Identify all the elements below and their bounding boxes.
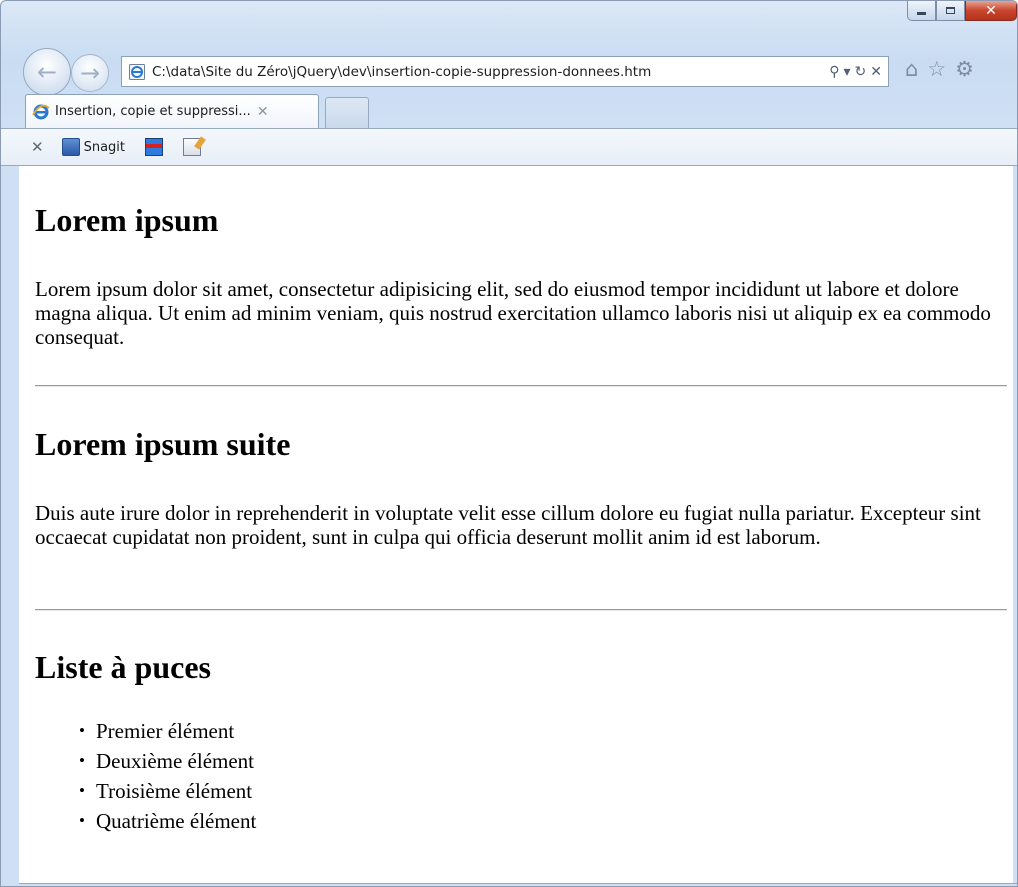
window-bottom-border bbox=[19, 883, 1017, 884]
list-item: Quatrième élément bbox=[79, 806, 256, 836]
bullet-list: Premier élément Deuxième élément Troisiè… bbox=[79, 716, 256, 836]
browser-tools: ⌂ ☆ ⚙ bbox=[905, 57, 974, 81]
page-document-icon bbox=[129, 63, 145, 80]
address-bar[interactable]: C:\data\Site du Zéro\jQuery\dev\insertio… bbox=[121, 56, 889, 87]
dropdown-icon[interactable]: ▾ bbox=[844, 64, 851, 80]
back-button[interactable]: ← bbox=[23, 48, 71, 96]
maximize-icon bbox=[946, 7, 955, 14]
list-item: Deuxième élément bbox=[79, 746, 256, 776]
close-icon: ✕ bbox=[985, 2, 997, 19]
stop-icon[interactable]: ✕ bbox=[870, 64, 882, 80]
paragraph-1: Lorem ipsum dolor sit amet, consectetur … bbox=[35, 277, 991, 349]
home-icon[interactable]: ⌂ bbox=[905, 57, 918, 81]
back-arrow-icon: ← bbox=[36, 58, 58, 86]
heading-lorem-ipsum-suite: Lorem ipsum suite bbox=[35, 426, 291, 462]
favorites-icon[interactable]: ☆ bbox=[927, 57, 946, 81]
address-url[interactable]: C:\data\Site du Zéro\jQuery\dev\insertio… bbox=[152, 64, 829, 80]
list-item: Premier élément bbox=[79, 716, 256, 746]
ie-logo-icon bbox=[32, 104, 50, 119]
window-caption-buttons: ✕ bbox=[907, 1, 1017, 29]
heading-liste-a-puces: Liste à puces bbox=[35, 649, 211, 685]
snagit-editor-icon[interactable] bbox=[183, 138, 201, 156]
snagit-button[interactable]: Snagit bbox=[61, 138, 125, 156]
snagit-capture-icon[interactable] bbox=[145, 138, 163, 156]
paragraph-2: Duis aute irure dolor in reprehenderit i… bbox=[35, 501, 981, 549]
tab-active[interactable]: Insertion, copie et suppressi... ✕ bbox=[25, 94, 319, 128]
browser-window: ✕ ← → C:\data\Site du Zéro\jQuery\dev\in… bbox=[0, 0, 1018, 887]
maximize-button[interactable] bbox=[936, 1, 965, 21]
list-item: Troisième élément bbox=[79, 776, 256, 806]
divider-1 bbox=[35, 385, 1007, 387]
divider-2 bbox=[35, 609, 1007, 611]
heading-lorem-ipsum: Lorem ipsum bbox=[35, 202, 219, 238]
snagit-label: Snagit bbox=[83, 139, 125, 155]
forward-arrow-icon: → bbox=[79, 59, 101, 87]
command-bar-close-icon[interactable]: ✕ bbox=[31, 138, 44, 156]
close-window-button[interactable]: ✕ bbox=[965, 1, 1017, 21]
forward-button[interactable]: → bbox=[71, 54, 109, 92]
navigation-bar: ← → C:\data\Site du Zéro\jQuery\dev\inse… bbox=[9, 45, 1017, 96]
address-tools: ⚲ ▾ ↻ ✕ bbox=[829, 64, 888, 80]
minimize-icon bbox=[917, 12, 926, 15]
command-bar: ✕ Snagit bbox=[1, 128, 1017, 166]
new-tab-button[interactable] bbox=[325, 97, 369, 128]
page-content: Lorem ipsum Lorem ipsum dolor sit amet, … bbox=[19, 166, 1013, 883]
minimize-button[interactable] bbox=[907, 1, 936, 21]
tab-close-icon[interactable]: ✕ bbox=[257, 104, 269, 120]
settings-gear-icon[interactable]: ⚙ bbox=[955, 57, 974, 81]
tab-row: Insertion, copie et suppressi... ✕ bbox=[1, 91, 1017, 128]
refresh-icon[interactable]: ↻ bbox=[855, 64, 867, 80]
snagit-icon bbox=[61, 138, 80, 156]
tab-title: Insertion, copie et suppressi... bbox=[55, 104, 251, 119]
search-icon[interactable]: ⚲ bbox=[829, 64, 839, 80]
